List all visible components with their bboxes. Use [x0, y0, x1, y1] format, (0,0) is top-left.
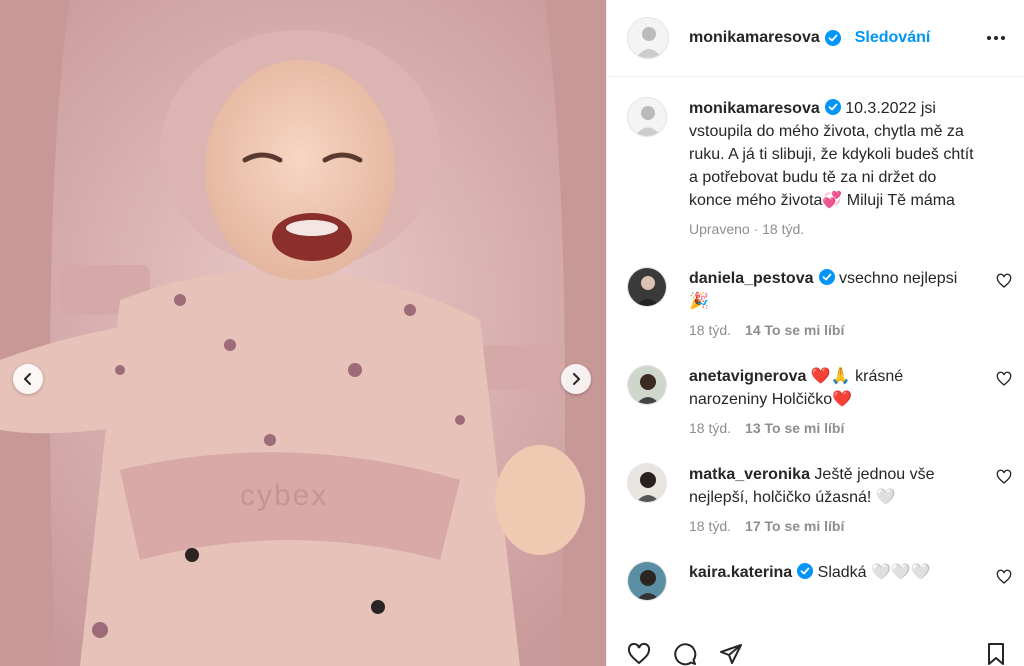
previous-photo-button[interactable]	[13, 364, 43, 394]
commenter-username[interactable]: anetavignerova	[689, 368, 806, 385]
heart-icon[interactable]	[996, 469, 1012, 485]
commenter-username[interactable]: daniela_pestova	[689, 270, 814, 287]
verified-icon	[797, 563, 814, 579]
post-photo[interactable]: cybex	[0, 0, 606, 666]
baby-photo-illustration: cybex	[0, 0, 606, 666]
comment-age: 18 týd.	[689, 518, 732, 534]
following-button[interactable]: Sledování	[855, 29, 931, 47]
commenter-avatar[interactable]	[627, 561, 667, 601]
caption-avatar[interactable]	[627, 97, 667, 137]
heart-icon[interactable]	[996, 371, 1012, 387]
commenter-avatar[interactable]	[627, 267, 667, 307]
brand-text: cybex	[240, 479, 328, 512]
comment-age: 18 týd.	[689, 322, 732, 338]
next-photo-button[interactable]	[561, 364, 591, 394]
comment-likes[interactable]: 14 To se mi líbí	[745, 322, 844, 338]
caption-username[interactable]: monikamaresova	[689, 100, 820, 117]
post-header: monikamaresova Sledování	[607, 0, 1024, 77]
heart-icon[interactable]	[996, 569, 1012, 585]
heart-icon[interactable]	[996, 273, 1012, 289]
caption: monikamaresova 10.3.2022 jsi vstoupila d…	[627, 97, 1024, 238]
post-actions-bar	[607, 636, 1024, 666]
post-details-panel: monikamaresova Sledování monikamaresova …	[606, 0, 1024, 666]
comment-text: Sladká 🤍🤍🤍	[817, 564, 931, 581]
comment-likes[interactable]: 13 To se mi líbí	[745, 420, 844, 436]
comments-list[interactable]: monikamaresova 10.3.2022 jsi vstoupila d…	[607, 77, 1024, 636]
more-icon	[987, 36, 1005, 40]
comment-item: daniela_pestova vsechno nejlepsi 🎉 18 tý…	[627, 267, 1024, 339]
instagram-post: cybex monikamaresova Sledování monikamar…	[0, 0, 1024, 666]
verified-icon	[824, 99, 841, 115]
commenter-username[interactable]: kaira.katerina	[689, 564, 792, 581]
author-avatar[interactable]	[627, 17, 669, 59]
verified-icon	[818, 269, 835, 285]
comment-age: 18 týd.	[689, 420, 732, 436]
commenter-avatar[interactable]	[627, 463, 667, 503]
commenter-username[interactable]: matka_veronika	[689, 466, 810, 483]
comment-item: matka_veronika Ještě jednou vše nejlepší…	[627, 463, 1024, 535]
comment-item: kaira.katerina Sladká 🤍🤍🤍	[627, 561, 1024, 601]
chevron-right-icon	[573, 373, 580, 385]
chevron-left-icon	[24, 373, 31, 385]
comment-item: anetavignerova ❤️🙏 krásné narozeniny Hol…	[627, 365, 1024, 437]
verified-icon	[824, 30, 841, 46]
author-username[interactable]: monikamaresova	[689, 29, 820, 47]
more-options-button[interactable]	[984, 26, 1008, 50]
heart-icon[interactable]	[627, 642, 651, 666]
caption-meta: Upraveno · 18 týd.	[689, 221, 805, 237]
comment-icon[interactable]	[673, 642, 697, 666]
share-icon[interactable]	[719, 642, 743, 666]
commenter-avatar[interactable]	[627, 365, 667, 405]
bookmark-icon[interactable]	[984, 642, 1008, 666]
comment-likes[interactable]: 17 To se mi líbí	[745, 518, 844, 534]
